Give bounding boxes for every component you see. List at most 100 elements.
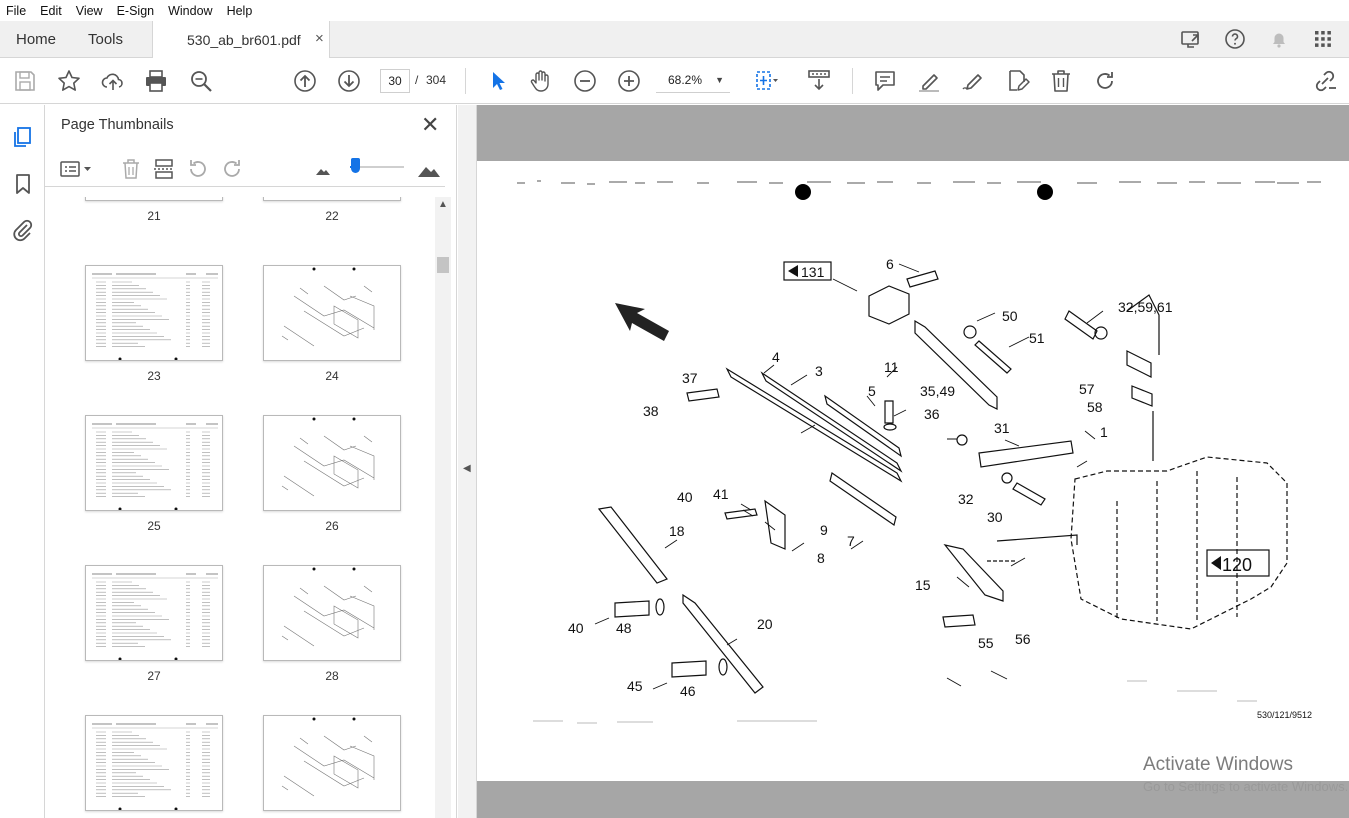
callout-32-59-61: 32,59,61 [1118,299,1173,315]
thumbnail-label: 28 [325,669,339,683]
thumbnail-label: 22 [325,209,339,223]
tab-home[interactable]: Home [16,31,56,48]
thumbnail-list: 21 22 23 24 25 26 27 28 [45,197,437,818]
menu-esign[interactable]: E-Sign [117,4,155,18]
callout-131: 131 [801,264,825,280]
document-view[interactable]: 6 131 50 51 32,59,61 11 4 3 37 38 5 35,4… [477,105,1349,818]
menu-file[interactable]: File [6,4,26,18]
tab-document[interactable]: 530_ab_br601.pdf × [152,21,330,59]
zoom-level-select[interactable]: 68.2% ▼ [656,69,730,93]
thumbnail-label: 26 [325,519,339,533]
close-tab-icon[interactable]: × [315,30,324,47]
punch-hole [795,184,811,200]
menu-help[interactable]: Help [227,4,253,18]
attachment-icon[interactable] [11,218,35,242]
save-icon[interactable] [12,68,38,94]
select-cursor-icon[interactable] [485,68,511,94]
apps-grid-icon[interactable] [1311,27,1335,51]
scroll-up-icon[interactable]: ▲ [438,199,448,210]
callout-18: 18 [669,523,685,539]
callout-45: 45 [627,678,643,694]
zoom-search-icon[interactable] [188,68,214,94]
close-panel-icon[interactable]: ✕ [421,112,439,138]
options-menu-icon[interactable] [59,157,95,181]
tab-bar: Home Tools 530_ab_br601.pdf × [0,21,1349,59]
bookmark-star-icon[interactable] [56,68,82,94]
page-number-input[interactable]: 30 [380,69,410,93]
scroll-mode-icon[interactable] [806,68,832,94]
menu-view[interactable]: View [76,4,103,18]
leader-lines [594,263,1104,690]
share-link-icon[interactable] [1312,68,1338,94]
bookmark-icon[interactable] [11,172,35,196]
callout-31: 31 [994,420,1010,436]
page-thumbnail[interactable] [85,197,223,201]
tab-tools[interactable]: Tools [88,31,123,48]
previous-page-icon[interactable] [292,68,318,94]
help-icon[interactable] [1223,27,1247,51]
thumbnail-label: 25 [147,519,161,533]
zoom-out-icon[interactable] [572,68,598,94]
zoom-in-icon[interactable] [616,68,642,94]
callout-1: 1 [1100,424,1108,440]
panel-title: Page Thumbnails [61,117,174,133]
thumbnail-toolbar [45,151,445,187]
callout-36: 36 [924,406,940,422]
notification-bell-icon[interactable] [1267,27,1291,51]
punch-hole [1037,184,1053,200]
rotate-icon[interactable] [1092,68,1118,94]
figure-id: 530/121/9512 [1257,710,1312,720]
toolbar-divider [852,68,853,94]
parts-exploded-drawing: 6 131 50 51 32,59,61 11 4 3 37 38 5 35,4… [517,180,1321,724]
print-icon[interactable] [143,68,169,94]
page-thumbnail[interactable] [263,265,401,361]
rotate-left-icon[interactable] [186,157,210,181]
total-pages: 304 [426,73,447,87]
toolbar-divider [465,68,466,94]
next-page-icon[interactable] [336,68,362,94]
thumbnail-scrollbar[interactable]: ▲ [435,197,451,818]
edit-document-icon[interactable] [1004,68,1030,94]
delete-trash-icon[interactable] [1048,68,1074,94]
fit-page-icon[interactable] [752,68,778,94]
zoom-level-value: 68.2% [668,73,703,87]
page-thumbnail[interactable] [85,715,223,811]
page-thumbnail[interactable] [263,415,401,511]
callout-35-49: 35,49 [920,383,955,399]
page-thumbnail[interactable] [263,565,401,661]
insert-page-icon[interactable] [152,157,176,181]
activate-windows-hint: Go to Settings to activate Windows. [1143,779,1349,794]
pages-icon[interactable] [11,125,35,149]
delete-page-icon[interactable] [119,157,143,181]
callout-37: 37 [682,370,698,386]
hand-tool-icon[interactable] [528,68,554,94]
rotate-right-icon[interactable] [220,157,244,181]
panel-splitter[interactable]: ◀ [458,105,477,818]
page-thumbnail[interactable] [85,265,223,361]
pdf-page: 6 131 50 51 32,59,61 11 4 3 37 38 5 35,4… [477,161,1349,781]
large-thumbnail-icon[interactable] [417,157,441,181]
main-toolbar: 30 / 304 68.2% ▼ [0,58,1349,104]
page-thumbnail[interactable] [263,197,401,201]
page-thumbnail[interactable] [85,415,223,511]
callout-30: 30 [987,509,1003,525]
scrollbar-thumb[interactable] [437,257,449,273]
page-thumbnail[interactable] [263,715,401,811]
share-screen-icon[interactable] [1179,27,1203,51]
menu-edit[interactable]: Edit [40,4,62,18]
draw-pen-icon[interactable] [960,68,986,94]
thumbnail-label: 21 [147,209,161,223]
callout-5: 5 [868,383,876,399]
thumbnail-size-slider-handle[interactable] [350,158,360,173]
collapse-panel-icon[interactable]: ◀ [463,463,471,474]
menu-window[interactable]: Window [168,4,212,18]
highlight-pen-icon[interactable] [916,68,942,94]
small-thumbnail-icon[interactable] [311,157,335,181]
callout-9: 9 [820,522,828,538]
page-thumbnail[interactable] [85,565,223,661]
comment-icon[interactable] [872,68,898,94]
callout-51: 51 [1029,330,1045,346]
callout-55: 55 [978,635,994,651]
cloud-upload-icon[interactable] [100,68,126,94]
callout-48: 48 [616,620,632,636]
